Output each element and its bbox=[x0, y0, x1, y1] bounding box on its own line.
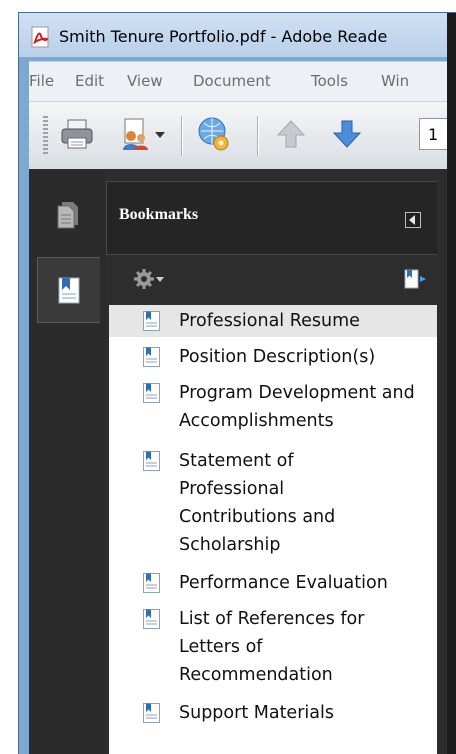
bookmark-icon bbox=[143, 347, 160, 367]
menu-document[interactable]: Document bbox=[193, 72, 271, 90]
window-title: Smith Tenure Portfolio.pdf - Adobe Reade bbox=[59, 27, 388, 46]
nav-button-strip bbox=[29, 169, 106, 754]
toolbar-grip[interactable] bbox=[43, 116, 48, 156]
previous-page-icon[interactable] bbox=[273, 116, 309, 152]
collaborate-icon[interactable] bbox=[117, 116, 153, 152]
expand-bookmark-icon[interactable] bbox=[404, 269, 428, 289]
bookmarks-nav-button[interactable] bbox=[37, 257, 100, 323]
bookmarks-icon bbox=[58, 277, 80, 304]
next-page-icon[interactable] bbox=[329, 116, 365, 152]
dropdown-arrow-icon[interactable] bbox=[153, 116, 167, 152]
bookmark-icon bbox=[143, 609, 160, 629]
collapse-panel-button[interactable] bbox=[405, 212, 421, 228]
bookmark-label: Support Materials bbox=[179, 703, 334, 723]
bookmark-item[interactable]: Program Development and Accomplishments bbox=[109, 377, 437, 439]
adobe-reader-window: Smith Tenure Portfolio.pdf - Adobe Reade… bbox=[18, 12, 456, 754]
bookmark-item[interactable]: Statement of Professional Contributions … bbox=[109, 445, 437, 563]
bookmark-label: Program Development and Accomplishments bbox=[179, 383, 415, 431]
toolbar: 1 bbox=[29, 101, 456, 171]
bookmark-label: Professional Resume bbox=[179, 311, 360, 331]
bookmark-label: List of References for Letters of Recomm… bbox=[179, 609, 365, 685]
bookmarks-panel: Bookmarks Professional Resume Position D… bbox=[106, 169, 456, 754]
pdf-file-icon bbox=[31, 26, 49, 48]
bookmark-icon bbox=[143, 383, 160, 403]
bookmarks-toolbar bbox=[106, 255, 438, 303]
navigation-pane: Bookmarks Professional Resume Position D… bbox=[29, 169, 456, 754]
pages-icon bbox=[57, 202, 78, 229]
bookmark-label: Performance Evaluation bbox=[179, 573, 388, 593]
toolbar-separator bbox=[257, 116, 258, 156]
menu-file[interactable]: File bbox=[29, 72, 54, 90]
menu-window[interactable]: Win bbox=[381, 72, 409, 90]
menu-view[interactable]: View bbox=[127, 72, 163, 90]
bookmark-icon bbox=[143, 311, 160, 331]
bookmarks-header: Bookmarks bbox=[106, 181, 437, 255]
gear-icon[interactable] bbox=[134, 269, 154, 289]
title-bar: Smith Tenure Portfolio.pdf - Adobe Reade bbox=[19, 13, 456, 57]
bookmark-icon bbox=[143, 573, 160, 593]
bookmark-item[interactable]: List of References for Letters of Recomm… bbox=[109, 603, 437, 693]
bookmark-item[interactable]: Professional Resume bbox=[109, 305, 437, 337]
bookmark-icon bbox=[143, 703, 160, 723]
toolbar-separator bbox=[181, 116, 182, 156]
bookmark-item[interactable]: Support Materials bbox=[109, 697, 437, 729]
bookmark-icon bbox=[143, 451, 160, 471]
bookmark-list: Professional Resume Position Description… bbox=[109, 305, 437, 754]
bookmark-item[interactable]: Position Description(s) bbox=[109, 341, 437, 373]
menu-tools[interactable]: Tools bbox=[311, 72, 348, 90]
settings-globe-icon[interactable] bbox=[195, 116, 231, 152]
bookmarks-title: Bookmarks bbox=[119, 206, 199, 223]
bookmark-label: Position Description(s) bbox=[179, 347, 376, 367]
bookmark-item[interactable]: Performance Evaluation bbox=[109, 567, 437, 599]
gear-dropdown-arrow-icon[interactable] bbox=[156, 275, 164, 283]
print-icon[interactable] bbox=[59, 116, 95, 152]
screenshot-frame: Smith Tenure Portfolio.pdf - Adobe Reade… bbox=[0, 0, 456, 754]
menu-bar: File Edit View Document Tools Win bbox=[29, 61, 456, 102]
bookmark-label: Statement of Professional Contributions … bbox=[179, 451, 336, 555]
window-edge bbox=[447, 13, 456, 754]
pages-button[interactable] bbox=[37, 183, 99, 247]
menu-edit[interactable]: Edit bbox=[75, 72, 104, 90]
